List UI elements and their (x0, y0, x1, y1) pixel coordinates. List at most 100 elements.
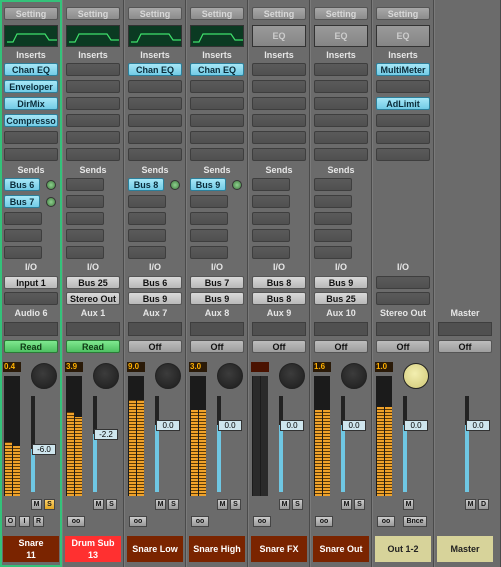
volume-fader[interactable] (341, 396, 345, 492)
solo-button[interactable]: S (44, 499, 55, 510)
setting-button[interactable]: Setting (128, 7, 182, 20)
insert-slot-2[interactable]: AdLimit (376, 97, 430, 110)
mode-button-i[interactable]: I (19, 516, 30, 527)
solo-button[interactable]: S (292, 499, 303, 510)
mute-button[interactable]: M (465, 499, 476, 510)
peak-readout[interactable]: 3.9 (65, 362, 83, 372)
send-slot-empty[interactable] (190, 212, 228, 225)
send-slot-empty[interactable] (252, 195, 290, 208)
mode-button-r[interactable]: R (33, 516, 44, 527)
input-slot[interactable] (376, 276, 430, 289)
setting-button[interactable]: Setting (252, 7, 306, 20)
automation-mode-button[interactable]: Off (128, 340, 182, 353)
eq-thumbnail[interactable] (128, 25, 182, 47)
mode-button-o[interactable]: O (5, 516, 16, 527)
channel-strip-1[interactable]: Setting Inserts Sends I/O Bus 25 Stereo Out Au… (62, 0, 124, 567)
solo-button[interactable]: S (106, 499, 117, 510)
dim-button[interactable]: D (478, 499, 489, 510)
stereo-link-icon[interactable]: oo (315, 516, 333, 527)
volume-fader[interactable] (279, 396, 283, 492)
group-slot[interactable] (376, 322, 430, 336)
insert-slot-empty[interactable] (190, 131, 244, 144)
volume-readout[interactable]: 0.0 (466, 420, 490, 431)
insert-slot-empty[interactable] (252, 80, 306, 93)
insert-slot-empty[interactable] (4, 131, 58, 144)
send-slot-empty[interactable] (66, 246, 104, 259)
group-slot[interactable] (4, 322, 58, 336)
group-slot[interactable] (190, 322, 244, 336)
setting-button[interactable]: Setting (314, 7, 368, 20)
channel-strip-3[interactable]: Setting Inserts Chan EQ Sends Bus 9 I/O Bus 7 B… (186, 0, 248, 567)
send-slot-empty[interactable] (4, 229, 42, 242)
send-level-knob[interactable] (46, 197, 56, 207)
send-slot-empty[interactable] (252, 246, 290, 259)
send-slot-0[interactable]: Bus 6 (4, 178, 40, 191)
volume-fader[interactable] (403, 396, 407, 492)
channel-name-label[interactable]: Snare 11 (3, 536, 59, 562)
insert-slot-empty[interactable] (190, 148, 244, 161)
mute-button[interactable]: M (217, 499, 228, 510)
insert-slot-0[interactable]: Chan EQ (128, 63, 182, 76)
send-slot-empty[interactable] (66, 212, 104, 225)
send-slot-empty[interactable] (252, 178, 290, 191)
insert-slot-empty[interactable] (252, 97, 306, 110)
insert-slot-empty[interactable] (376, 114, 430, 127)
volume-readout[interactable]: 0.0 (280, 420, 304, 431)
volume-fader[interactable] (93, 396, 97, 492)
output-slot[interactable]: Bus 25 (314, 292, 368, 305)
insert-slot-empty[interactable] (66, 148, 120, 161)
group-slot[interactable] (314, 322, 368, 336)
insert-slot-0[interactable]: MultiMeter (376, 63, 430, 76)
setting-button[interactable]: Setting (376, 7, 430, 20)
channel-name-label[interactable]: Snare Out (313, 536, 369, 562)
setting-button[interactable]: Setting (66, 7, 120, 20)
send-slot-empty[interactable] (190, 195, 228, 208)
insert-slot-empty[interactable] (314, 97, 368, 110)
peak-readout[interactable]: 1.6 (313, 362, 331, 372)
eq-thumbnail[interactable] (4, 25, 58, 47)
send-slot-empty[interactable] (314, 246, 352, 259)
send-slot-empty[interactable] (252, 212, 290, 225)
automation-mode-button[interactable]: Off (438, 340, 492, 353)
send-slot-empty[interactable] (314, 195, 352, 208)
send-slot-empty[interactable] (4, 212, 42, 225)
automation-mode-button[interactable]: Off (190, 340, 244, 353)
setting-button[interactable]: Setting (4, 7, 58, 20)
send-slot-empty[interactable] (128, 195, 166, 208)
insert-slot-empty[interactable] (376, 131, 430, 144)
channel-strip-5[interactable]: Setting EQ Inserts Sends I/O Bus 9 Bus 25 Aux 1… (310, 0, 372, 567)
pan-knob[interactable] (31, 363, 57, 389)
insert-slot-empty[interactable] (66, 63, 120, 76)
send-slot-empty[interactable] (128, 246, 166, 259)
send-slot-0[interactable]: Bus 9 (190, 178, 226, 191)
volume-readout[interactable]: 0.0 (342, 420, 366, 431)
automation-mode-button[interactable]: Off (314, 340, 368, 353)
send-slot-1[interactable]: Bus 7 (4, 195, 40, 208)
insert-slot-0[interactable]: Chan EQ (190, 63, 244, 76)
insert-slot-empty[interactable] (376, 148, 430, 161)
insert-slot-empty[interactable] (314, 148, 368, 161)
pan-knob[interactable] (341, 363, 367, 389)
input-slot[interactable]: Bus 9 (314, 276, 368, 289)
channel-strip-4[interactable]: Setting EQ Inserts Sends I/O Bus 8 Bus 8 Aux 9 O… (248, 0, 310, 567)
pan-knob[interactable] (217, 363, 243, 389)
send-slot-empty[interactable] (128, 229, 166, 242)
channel-strip-2[interactable]: Setting Inserts Chan EQ Sends Bus 8 I/O Bus 6 B… (124, 0, 186, 567)
channel-name-label[interactable]: Snare High (189, 536, 245, 562)
eq-button[interactable]: EQ (314, 25, 368, 47)
send-slot-empty[interactable] (314, 229, 352, 242)
pan-knob[interactable] (279, 363, 305, 389)
send-slot-empty[interactable] (190, 229, 228, 242)
setting-button[interactable]: Setting (190, 7, 244, 20)
peak-readout[interactable]: 1.0 (375, 362, 393, 372)
send-level-knob[interactable] (232, 180, 242, 190)
insert-slot-empty[interactable] (128, 114, 182, 127)
insert-slot-empty[interactable] (4, 148, 58, 161)
group-slot[interactable] (66, 322, 120, 336)
mute-button[interactable]: M (279, 499, 290, 510)
insert-slot-2[interactable]: DirMix (4, 97, 58, 110)
send-slot-empty[interactable] (128, 212, 166, 225)
pan-knob[interactable] (93, 363, 119, 389)
insert-slot-empty[interactable] (252, 63, 306, 76)
mute-button[interactable]: M (31, 499, 42, 510)
